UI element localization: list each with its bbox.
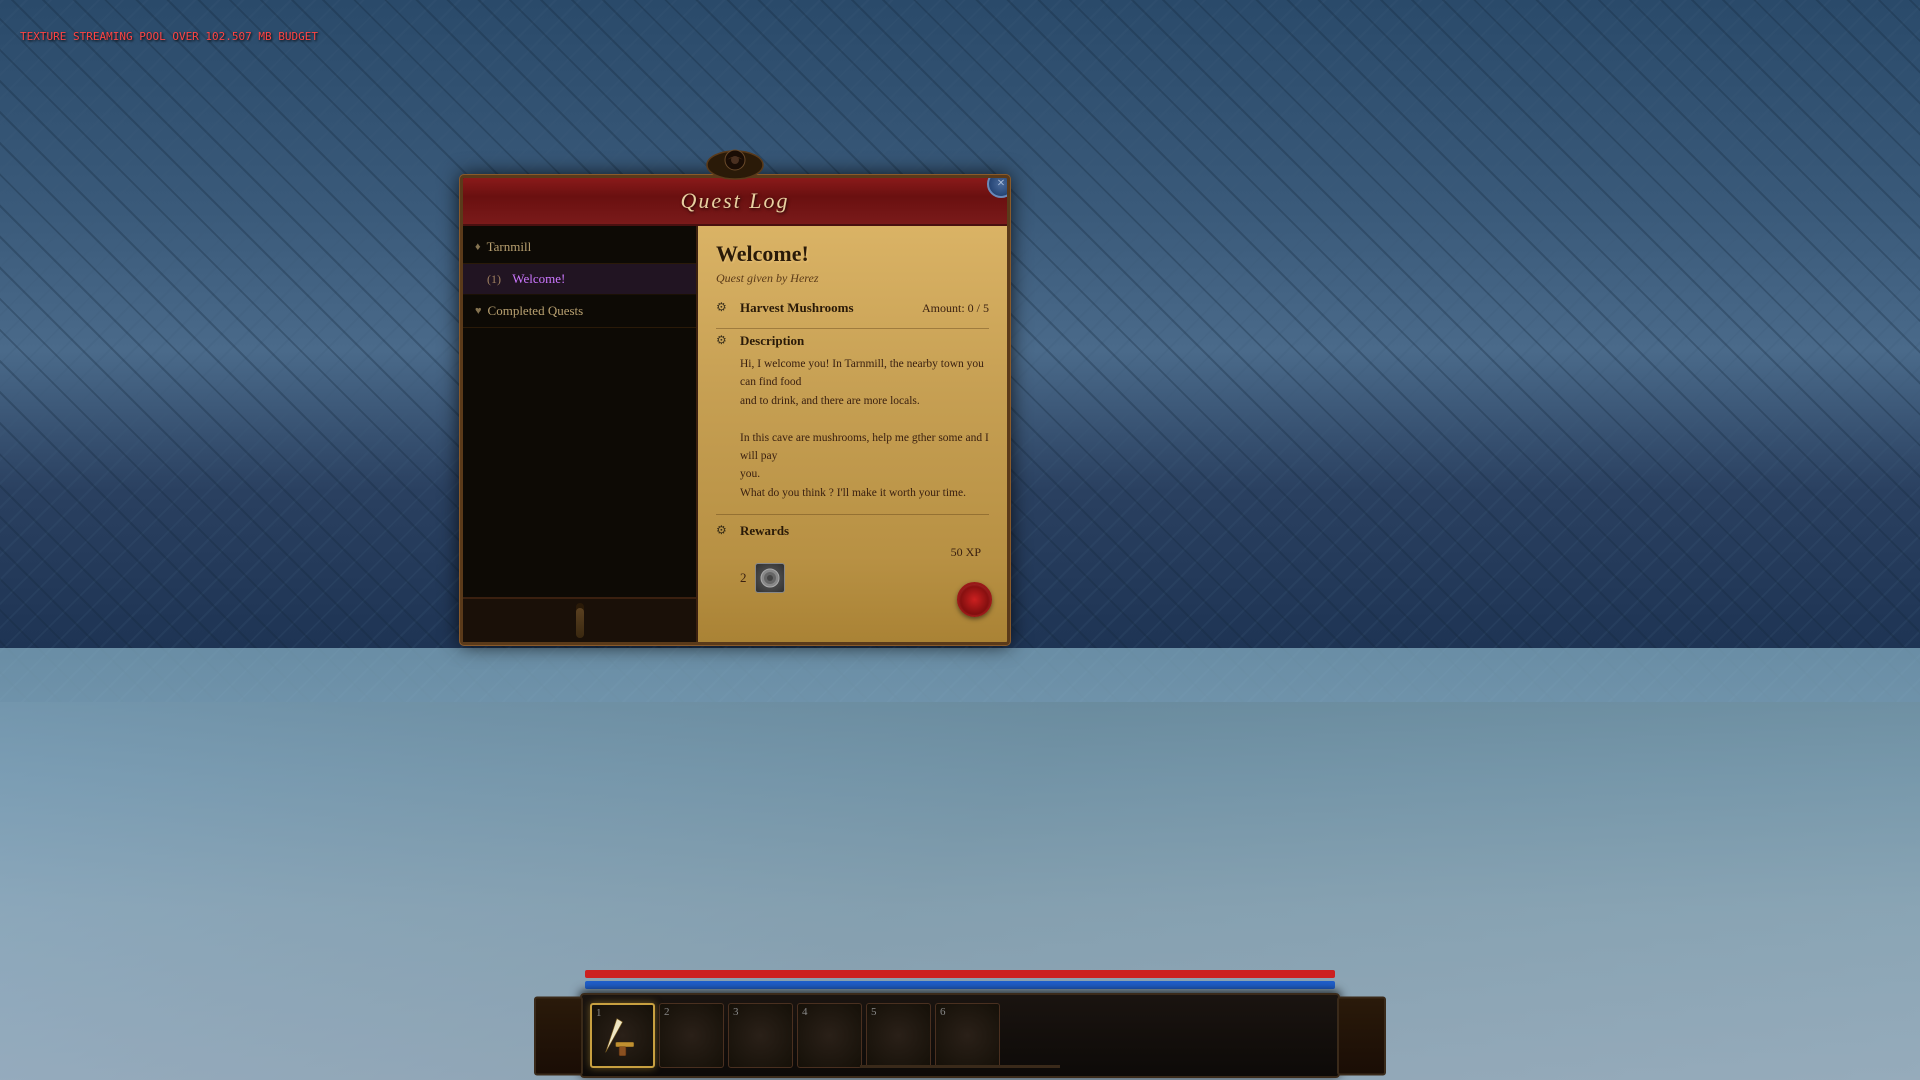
hotbar: 1 [580, 993, 1340, 1078]
panel-header: Quest Log × [463, 178, 1007, 226]
quest-category-tarnmill[interactable]: ♦ Tarnmill [463, 231, 696, 264]
quest-item-welcome[interactable]: (1) Welcome! [463, 264, 696, 295]
slot-2-number: 2 [664, 1006, 670, 1018]
divider-1 [716, 328, 989, 329]
hp-bar [585, 970, 1335, 978]
slot-5-number: 5 [871, 1006, 877, 1018]
quest-detail-title: Welcome! [716, 241, 989, 267]
quest-list-items: ♦ Tarnmill (1) Welcome! ♥ Completed Ques… [463, 226, 696, 597]
objectives-icon: ⚙ [716, 300, 732, 316]
debug-text: TEXTURE STREAMING POOL OVER 102.507 MB B… [20, 30, 318, 43]
hotbar-slot-1[interactable]: 1 [590, 1003, 655, 1068]
quest-detail-content: Welcome! Quest given by Herez ⚙ Harvest … [698, 226, 1007, 642]
quest-category-completed[interactable]: ♥ Completed Quests [463, 295, 696, 328]
hotbar-slot-5[interactable]: 5 [866, 1003, 931, 1068]
quest-panel: Quest Log × ♦ Tarnmill (1) Welcome! [460, 175, 1010, 645]
rewards-icon: ⚙ [716, 523, 732, 539]
quest-amount: Amount: 0 / 5 [922, 301, 989, 316]
description-title: Description [740, 333, 804, 349]
quest-detail-panel: Welcome! Quest given by Herez ⚙ Harvest … [698, 226, 1007, 642]
reward-count: 2 [740, 570, 747, 586]
tarnmill-label: Tarnmill [487, 239, 532, 255]
divider-2 [716, 514, 989, 515]
rewards-header: ⚙ Rewards [716, 523, 989, 539]
reward-icon-box [755, 563, 785, 593]
hotbar-slot-2[interactable]: 2 [659, 1003, 724, 1068]
hotbar-slot-6[interactable]: 6 [935, 1003, 1000, 1068]
panel-top-decoration [705, 145, 765, 180]
wax-seal [957, 582, 992, 617]
description-header: ⚙ Description [716, 333, 989, 349]
quest-list: ♦ Tarnmill (1) Welcome! ♥ Completed Ques… [463, 226, 698, 642]
slot-1-number: 1 [596, 1007, 602, 1019]
quest-panel-inner: Quest Log × ♦ Tarnmill (1) Welcome! [460, 175, 1010, 645]
close-button[interactable]: × [987, 175, 1010, 198]
health-mana-bars [580, 970, 1340, 989]
quest-giver: Quest given by Herez [716, 271, 989, 286]
rewards-title: Rewards [740, 523, 789, 539]
slot-3-number: 3 [733, 1006, 739, 1018]
completed-label: Completed Quests [488, 303, 584, 319]
objectives-header: ⚙ Harvest Mushrooms Amount: 0 / 5 [716, 300, 989, 316]
quest-list-bottom [463, 597, 696, 642]
objectives-title: Harvest Mushrooms [740, 300, 854, 316]
mp-bar [585, 981, 1335, 989]
scroll-thumb [576, 608, 584, 638]
scroll-indicator [860, 1065, 1060, 1068]
tarnmill-icon: ♦ [475, 241, 481, 253]
slot-4-number: 4 [802, 1006, 808, 1018]
hotbar-slot-4[interactable]: 4 [797, 1003, 862, 1068]
quest-number: (1) [487, 272, 501, 287]
quest-rewards-section: ⚙ Rewards 50 XP 2 [716, 523, 989, 596]
panel-title: Quest Log [680, 188, 789, 213]
description-icon: ⚙ [716, 333, 732, 349]
reward-item: 2 [716, 560, 989, 596]
hud-bar: 1 [0, 970, 1920, 1080]
reward-xp: 50 XP [716, 545, 989, 560]
completed-icon: ♥ [475, 305, 482, 317]
hotbar-slot-3[interactable]: 3 [728, 1003, 793, 1068]
panel-body: ♦ Tarnmill (1) Welcome! ♥ Completed Ques… [463, 226, 1007, 642]
quest-description-section: ⚙ Description Hi, I welcome you! In Tarn… [716, 333, 989, 502]
slot-6-number: 6 [940, 1006, 946, 1018]
quest-objectives-section: ⚙ Harvest Mushrooms Amount: 0 / 5 [716, 300, 989, 316]
quest-name: Welcome! [512, 271, 565, 287]
description-text: Hi, I welcome you! In Tarnmill, the near… [716, 355, 989, 502]
scroll-bar[interactable] [576, 603, 584, 637]
